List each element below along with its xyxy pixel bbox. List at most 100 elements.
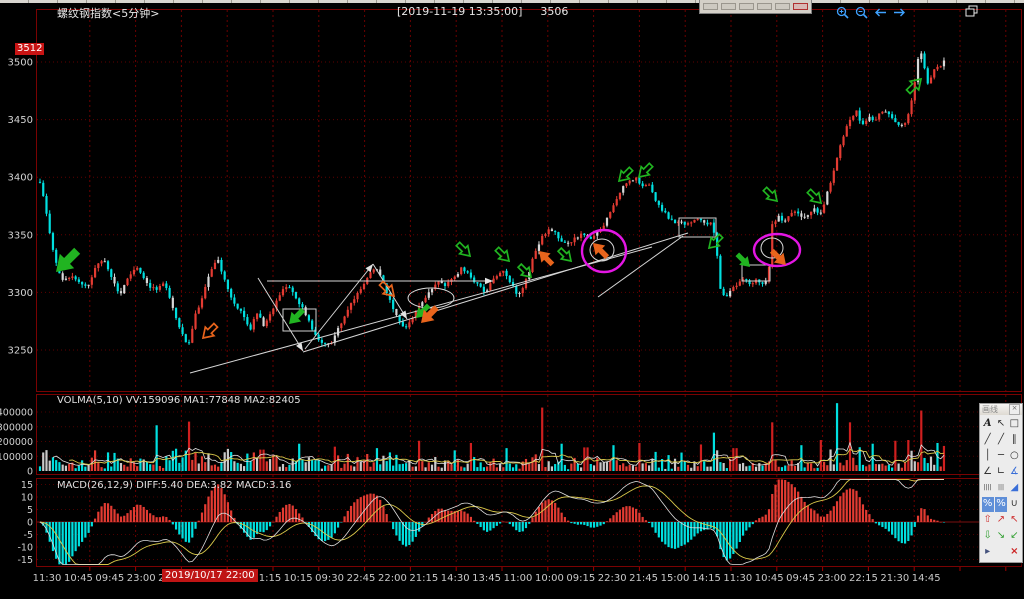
segment-tool[interactable]: ╱ [995,433,1007,448]
macd-axis-label: -5 [24,530,33,541]
draw-toolbar-title: 画线 [982,405,998,414]
restore-window-icon[interactable] [965,5,979,18]
time-axis-label: 10:45 [755,573,784,584]
red-arrow-ne-tool[interactable]: ↗ [995,513,1007,528]
green-arrow-se-tool[interactable]: ↘ [995,529,1007,544]
time-axis-label: 13:45 [472,573,501,584]
time-axis-label: 22:30 [598,573,627,584]
rectangle-tool[interactable]: □ [1008,417,1020,432]
gann-fan-tool[interactable]: ◢ [1008,481,1020,496]
line-arrowhead [400,310,407,319]
green-signal-arrow [289,307,306,324]
time-axis-label: 10:00 [535,573,564,584]
time-axis-label: 22:15 [849,573,878,584]
macd-indicator-label: MACD(26,12,9) DIFF:5.40 DEA:3.82 MACD:3.… [57,480,292,491]
price-axis-label: 3450 [8,115,33,126]
blank [995,545,1007,560]
close-icon[interactable]: × [1009,404,1020,415]
toolbar-button-5[interactable] [775,3,790,10]
toolbar-button-1[interactable] [703,3,718,10]
trend-line [372,263,408,320]
green-signal-arrow [556,246,573,263]
readout-price: 3506 [540,5,569,18]
toolbar-button-3[interactable] [739,3,754,10]
chart-canvas[interactable]: 3500 3450 3400 3350 3300 3250 400000 300000 2000… [0,0,1024,599]
orange-signal-arrow [201,322,219,340]
volume-axis-label: 400000 [0,408,33,419]
green-signal-arrow [806,188,823,205]
ellipse-tool[interactable]: ○ [1008,449,1020,464]
trend-line-tool[interactable]: ╱ [982,433,994,448]
annotations [56,77,923,374]
pan-right-icon[interactable] [893,7,906,18]
toolbar-button-2[interactable] [721,3,736,10]
orange-signal-arrow [539,251,555,267]
macd-axis-label: 15 [21,480,33,491]
volume-indicator-label: VOLMA(5,10) VV:159096 MA1:77848 MA2:8240… [57,395,301,406]
time-axis-label: 23:00 [818,573,847,584]
price-axis-label: 3500 [8,58,33,69]
time-axis-label: 14:15 [692,573,721,584]
zoom-in-icon[interactable] [836,6,849,19]
green-signal-arrow [762,186,779,203]
percent-vlines-tool[interactable]: |||| [982,481,994,496]
crosshair-readout: [2019-11-19 13:35:00] 3506 [397,5,568,18]
draw-toolbar-grid: A ↖ □ ╱ ╱ ∥ │ ─ ○ ∠ ∟ ∡ |||| ||| ◢%% ∪ ⇧ ↗ ↖ ⇩ ↘ ↙ ▸ × [980,415,1022,562]
percent-retrace-tool[interactable]: % [994,496,1008,512]
green-arrow-sw-tool[interactable]: ↙ [1008,529,1020,544]
time-axis-label: 11:00 [504,573,533,584]
angle-tool[interactable]: ∠ [982,465,994,480]
draw-toolbar-titlebar: 画线 × [980,404,1022,415]
green-signal-arrow [455,241,472,258]
time-axis-label: 14:45 [912,573,941,584]
arc-tool[interactable]: ∪ [1008,497,1020,512]
time-axis-badge: 2019/10/17 22:00 [162,569,258,582]
red-arrow-up-tool[interactable]: ⇧ [982,513,994,528]
toolbar-button-4[interactable] [757,3,772,10]
delete-tool[interactable]: × [1008,545,1020,560]
time-axis-label: 10:45 [64,573,93,584]
time-axis-label: 11:30 [723,573,752,584]
price-axis-label: 3250 [8,346,33,357]
time-axis-label: 09:30 [315,573,344,584]
candlesticks [38,51,946,348]
time-axis-label: 09:45 [786,573,815,584]
line-arrowhead [485,277,493,285]
floating-toolbar [699,0,812,14]
time-axis-label: 21:45 [629,573,658,584]
golden-angle-tool[interactable]: ∡ [1008,465,1020,480]
reverse-angle-tool[interactable]: ∟ [995,465,1007,480]
orange-signal-arrow [593,243,610,260]
pointer-tool[interactable]: ▸ [982,545,994,560]
text-tool[interactable]: A [982,417,994,432]
toolbar-button-6[interactable] [793,3,808,10]
vertical-line-tool[interactable]: │ [982,449,994,464]
time-axis-label: 22:00 [378,573,407,584]
macd-axis-label: 10 [21,493,33,504]
fibonacci-tool[interactable]: % [981,496,994,512]
volume-axis-label: 0 [27,467,33,478]
price-axis-label: 3400 [8,173,33,184]
green-signal-arrow [56,247,81,272]
red-arrow-nw-tool[interactable]: ↖ [1008,513,1020,528]
macd-axis-label: 0 [27,518,33,529]
macd-axis-label: -10 [17,543,33,554]
cycle-lines-tool[interactable]: ||| [995,481,1007,496]
parallel-line-tool[interactable]: ∥ [1008,433,1020,448]
time-axis-label: 09:15 [566,573,595,584]
trading-terminal: 3500 3450 3400 3350 3300 3250 400000 300000 2000… [0,0,1024,599]
green-arrow-down-tool[interactable]: ⇩ [982,529,994,544]
price-axis-label: 3300 [8,288,33,299]
zoom-out-icon[interactable] [855,6,868,19]
macd-axis-label: -15 [17,555,33,566]
green-signal-arrow [735,252,750,267]
macd-axis-label: 5 [27,505,33,516]
time-axis-label: 22:45 [347,573,376,584]
price-axis-label: 3350 [8,230,33,241]
volume-axis-label: 100000 [0,452,33,463]
arrow-nw-tool[interactable]: ↖ [995,417,1007,432]
chart-title: 螺纹钢指数<5分钟> [57,7,160,20]
horizontal-line-tool[interactable]: ─ [995,449,1007,464]
time-axis-label: 11:30 [33,573,62,584]
pan-left-icon[interactable] [874,7,887,18]
